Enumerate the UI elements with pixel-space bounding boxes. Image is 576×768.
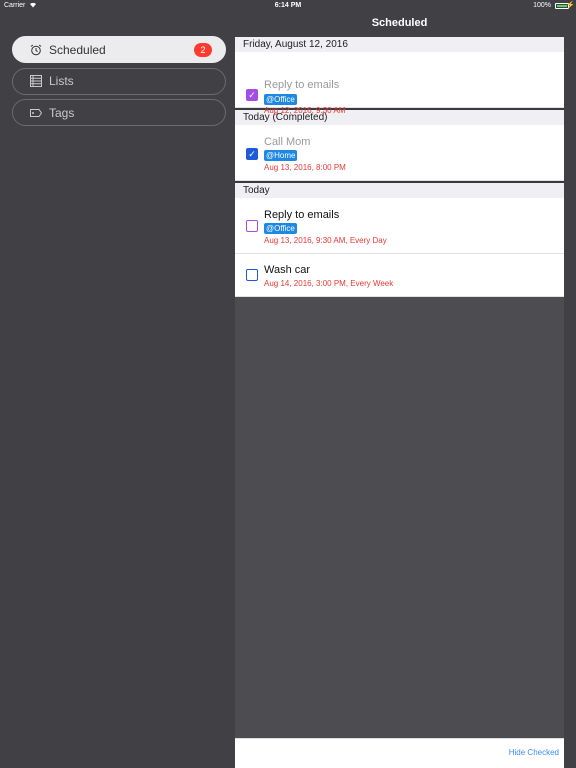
sidebar-item-lists[interactable]: Lists — [12, 67, 226, 95]
charging-icon: ⚡ — [566, 2, 575, 9]
sidebar-item-label: Lists — [49, 74, 74, 88]
task-title: Wash car — [264, 264, 311, 276]
task-title: Reply to emails — [264, 209, 340, 221]
task-panel: Friday, August 12, 2016 ✓ Reply to email… — [235, 37, 564, 768]
task-title: Reply to emails — [264, 79, 340, 91]
task-checkbox[interactable]: ✓ — [246, 89, 258, 101]
task-due-date: Aug 14, 2016, 3:00 PM, Every Week — [264, 279, 394, 288]
section-header: Friday, August 12, 2016 — [235, 37, 564, 52]
alarm-clock-icon — [30, 44, 42, 56]
status-time: 6:14 PM — [274, 2, 302, 9]
task-row[interactable]: ✓ Call Mom @Home Aug 13, 2016, 8:00 PM — [235, 125, 564, 181]
task-row[interactable]: Wash car Aug 14, 2016, 3:00 PM, Every We… — [235, 254, 564, 297]
page-title: Scheduled — [371, 17, 428, 29]
hide-checked-button[interactable]: Hide Checked — [509, 748, 559, 757]
status-bar: Carrier 6:14 PM 100% ⚡ — [0, 0, 576, 12]
task-due-date: Aug 13, 2016, 8:00 PM — [264, 163, 346, 172]
sidebar-item-label: Tags — [49, 105, 75, 120]
sidebar-item-scheduled[interactable]: Scheduled 2 — [12, 36, 226, 63]
task-due-date: Aug 13, 2016, 9:30 AM, Every Day — [264, 236, 387, 245]
task-checkbox[interactable]: ✓ — [246, 148, 258, 160]
section-header: Today — [235, 183, 564, 198]
task-checkbox[interactable] — [246, 269, 258, 281]
list-icon — [30, 75, 42, 87]
battery-percentage: 100% — [533, 2, 551, 9]
task-row[interactable]: Reply to emails @Office Aug 13, 2016, 9:… — [235, 198, 564, 254]
sidebar-item-label: Scheduled — [49, 42, 106, 57]
task-tag[interactable]: @Home — [264, 150, 298, 161]
sidebar: Scheduled 2 Lists Tags — [12, 36, 226, 131]
task-tag[interactable]: @Office — [264, 223, 297, 234]
task-tag[interactable]: @Office — [264, 94, 297, 105]
task-row[interactable]: ✓ Reply to emails @Office Aug 12, 2016, … — [235, 52, 564, 115]
task-checkbox[interactable] — [246, 220, 258, 232]
tag-icon — [30, 107, 42, 119]
bottom-toolbar: Hide Checked — [235, 738, 564, 768]
sidebar-item-tags[interactable]: Tags — [12, 99, 226, 126]
scheduled-count-badge: 2 — [194, 43, 212, 57]
task-due-date: Aug 12, 2016, 9:30 AM — [264, 106, 346, 115]
task-title: Call Mom — [264, 136, 311, 148]
